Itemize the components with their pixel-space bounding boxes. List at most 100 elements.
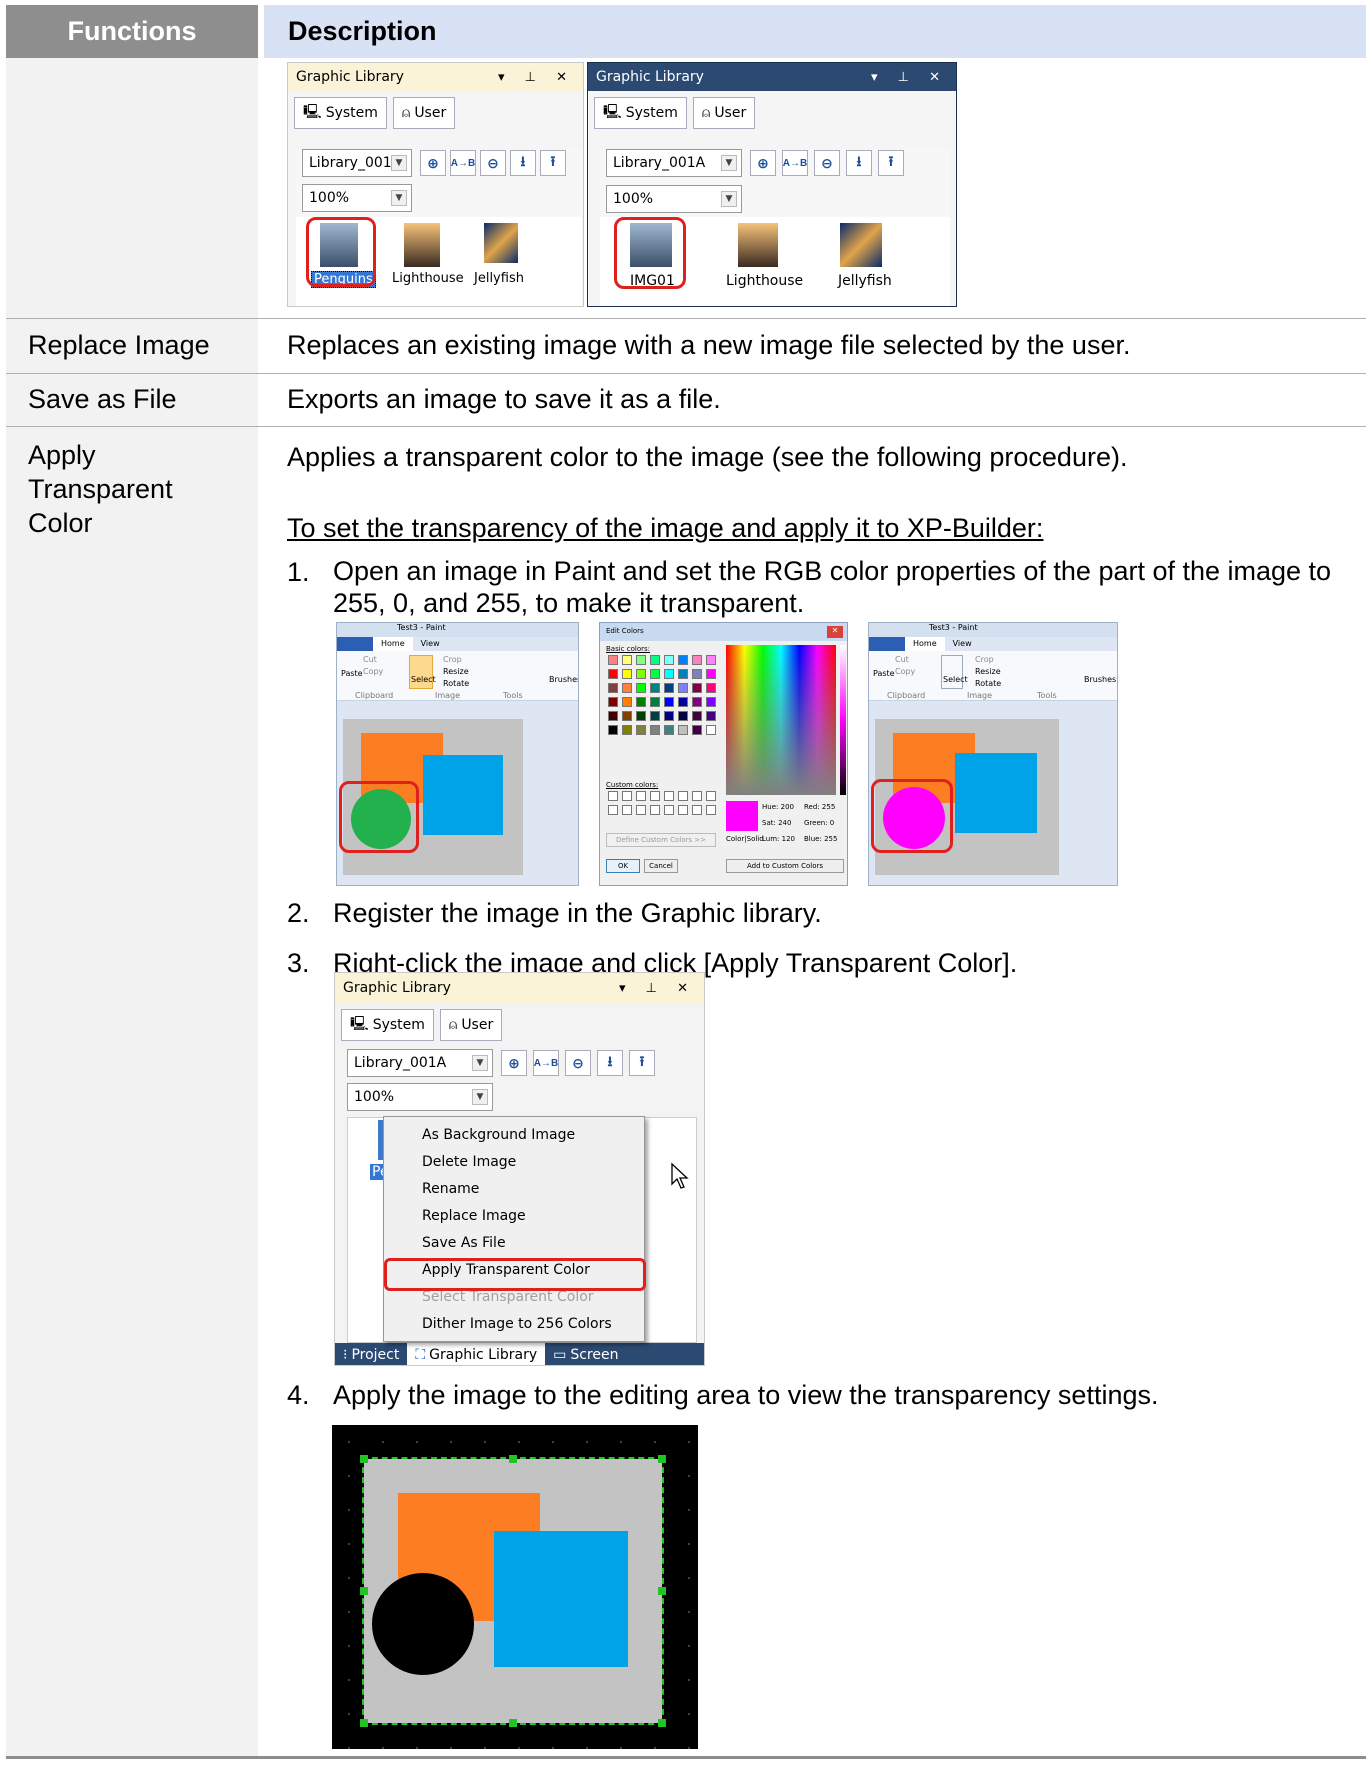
custom-color-swatch[interactable] <box>664 805 674 815</box>
color-swatch[interactable] <box>664 683 674 693</box>
export-icon[interactable]: ⭱ <box>878 150 904 176</box>
paint-tab-view[interactable]: View <box>413 637 448 651</box>
color-swatch[interactable] <box>692 683 702 693</box>
paint-resize[interactable]: Resize <box>443 667 469 676</box>
custom-color-swatch[interactable] <box>650 805 660 815</box>
color-swatch[interactable] <box>692 655 702 665</box>
paint-canvas[interactable] <box>871 719 1059 875</box>
add-icon[interactable]: ⊕ <box>501 1050 527 1076</box>
color-swatch[interactable] <box>678 697 688 707</box>
import-icon[interactable]: ⭳ <box>597 1050 623 1076</box>
red-field[interactable]: 255 <box>822 803 835 811</box>
color-swatch[interactable] <box>706 725 716 735</box>
color-swatch[interactable] <box>678 711 688 721</box>
custom-color-swatch[interactable] <box>650 791 660 801</box>
bottom-tab-screen[interactable]: ▭ Screen <box>545 1343 626 1365</box>
paint-file-tab[interactable] <box>337 637 373 651</box>
add-icon[interactable]: ⊕ <box>420 150 446 176</box>
add-icon[interactable]: ⊕ <box>750 150 776 176</box>
context-menu-item[interactable]: Delete Image <box>384 1149 644 1176</box>
tab-system[interactable]: 🖳 System <box>594 97 687 129</box>
color-swatch[interactable] <box>678 725 688 735</box>
lighthouse-thumb[interactable] <box>404 223 440 267</box>
color-spectrum[interactable] <box>726 645 836 795</box>
color-swatch[interactable] <box>608 655 618 665</box>
color-swatch[interactable] <box>622 697 632 707</box>
context-menu-item[interactable]: Rename <box>384 1176 644 1203</box>
blue-field[interactable]: 255 <box>824 835 837 843</box>
custom-color-swatch[interactable] <box>636 791 646 801</box>
color-swatch[interactable] <box>622 725 632 735</box>
panel-controls[interactable]: ▾ ⊥ ✕ <box>871 70 948 85</box>
custom-color-swatch[interactable] <box>664 791 674 801</box>
context-menu-item[interactable]: Dither Image to 256 Colors <box>384 1311 644 1338</box>
paint-crop[interactable]: Crop <box>443 655 462 664</box>
green-field[interactable]: 0 <box>830 819 834 827</box>
paint-tab-home[interactable]: Home <box>373 637 413 651</box>
color-swatch[interactable] <box>636 697 646 707</box>
color-swatch[interactable] <box>706 711 716 721</box>
color-swatch[interactable] <box>678 655 688 665</box>
color-swatch[interactable] <box>664 669 674 679</box>
color-swatch[interactable] <box>650 711 660 721</box>
hue-field[interactable]: 200 <box>781 803 794 811</box>
panel-controls[interactable]: ▾ ⊥ ✕ <box>498 70 575 85</box>
resize-handle[interactable] <box>360 1455 368 1463</box>
paint-paste[interactable]: Paste <box>873 669 895 678</box>
color-swatch[interactable] <box>664 697 674 707</box>
tab-user[interactable]: ⍝ User <box>392 97 456 129</box>
rename-icon[interactable]: A→B <box>782 150 808 176</box>
add-to-custom-colors-button[interactable]: Add to Custom Colors <box>726 859 844 873</box>
custom-color-swatch[interactable] <box>706 805 716 815</box>
color-swatch[interactable] <box>636 683 646 693</box>
custom-color-swatch[interactable] <box>692 791 702 801</box>
color-swatch[interactable] <box>692 725 702 735</box>
panel-controls[interactable]: ▾ ⊥ ✕ <box>619 981 696 996</box>
custom-color-swatch[interactable] <box>608 791 618 801</box>
cancel-button[interactable]: Cancel <box>644 859 678 873</box>
zoom-select[interactable]: 100% ▼ <box>302 184 412 212</box>
color-swatch[interactable] <box>608 711 618 721</box>
lighthouse-thumb[interactable] <box>738 223 778 267</box>
ok-button[interactable]: OK <box>606 859 640 873</box>
paint-cut[interactable]: Cut <box>363 655 377 664</box>
paint-file-tab[interactable] <box>869 637 905 651</box>
library-select[interactable]: Library_001A ▼ <box>606 149 742 177</box>
tab-user[interactable]: ⍝ User <box>439 1009 503 1041</box>
custom-color-swatch[interactable] <box>706 791 716 801</box>
color-swatch[interactable] <box>678 669 688 679</box>
color-swatch[interactable] <box>678 683 688 693</box>
color-swatch[interactable] <box>650 725 660 735</box>
luminance-slider[interactable] <box>840 645 846 795</box>
color-swatch[interactable] <box>608 725 618 735</box>
color-swatch[interactable] <box>706 669 716 679</box>
remove-icon[interactable]: ⊖ <box>480 150 506 176</box>
color-swatch[interactable] <box>650 683 660 693</box>
color-swatch[interactable] <box>706 697 716 707</box>
resize-handle[interactable] <box>658 1587 666 1595</box>
custom-color-swatch[interactable] <box>636 805 646 815</box>
color-swatch[interactable] <box>650 697 660 707</box>
color-swatch[interactable] <box>608 683 618 693</box>
jellyfish-thumb[interactable] <box>484 223 518 263</box>
color-swatch[interactable] <box>664 655 674 665</box>
paint-copy[interactable]: Copy <box>363 667 383 676</box>
paint-tab-home[interactable]: Home <box>905 637 945 651</box>
color-swatch[interactable] <box>650 669 660 679</box>
image-object[interactable] <box>362 1457 664 1725</box>
remove-icon[interactable]: ⊖ <box>565 1050 591 1076</box>
import-icon[interactable]: ⭳ <box>846 150 872 176</box>
resize-handle[interactable] <box>360 1719 368 1727</box>
paint-paste[interactable]: Paste <box>341 669 363 678</box>
color-swatch[interactable] <box>692 697 702 707</box>
library-select[interactable]: Library_001A ▼ <box>347 1049 493 1077</box>
context-menu-item[interactable]: Save As File <box>384 1230 644 1257</box>
sat-field[interactable]: 240 <box>778 819 791 827</box>
close-icon[interactable]: ✕ <box>827 626 843 638</box>
color-swatch[interactable] <box>692 669 702 679</box>
tab-system[interactable]: 🖳 System <box>341 1009 434 1041</box>
color-swatch[interactable] <box>622 683 632 693</box>
context-menu-item[interactable]: Replace Image <box>384 1203 644 1230</box>
jellyfish-thumb[interactable] <box>840 223 882 267</box>
color-swatch[interactable] <box>692 711 702 721</box>
